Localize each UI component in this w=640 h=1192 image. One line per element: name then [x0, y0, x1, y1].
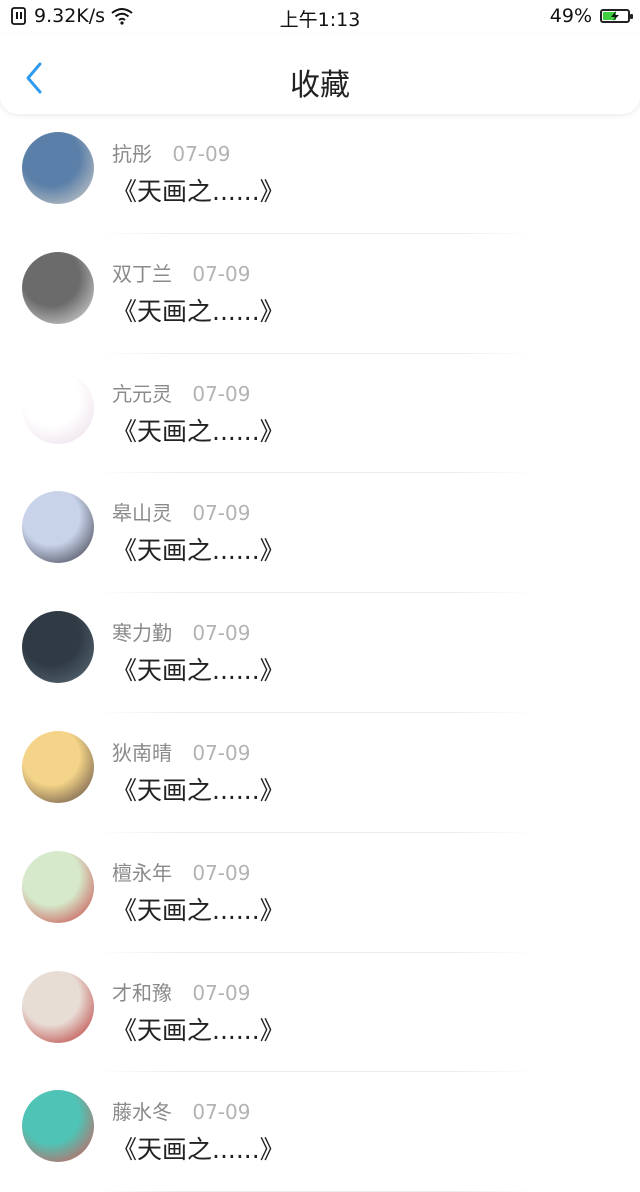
list-item[interactable]: 双丁兰 07-09 《天画之......》	[0, 234, 640, 354]
avatar[interactable]	[22, 611, 94, 684]
item-title: 《天画之......》	[112, 895, 285, 925]
item-date: 07-09	[192, 860, 251, 885]
item-meta: 亢元灵 07-09	[112, 378, 250, 407]
item-meta: 狄南晴 07-09	[112, 737, 250, 766]
clock: 上午1:13	[279, 9, 361, 31]
author-name: 狄南晴	[112, 740, 172, 765]
avatar[interactable]	[22, 251, 94, 324]
item-date: 07-09	[192, 501, 251, 526]
list-item[interactable]: 藤水冬 07-09 《天画之......》	[0, 1072, 640, 1192]
item-date: 07-09	[192, 980, 251, 1005]
page-title: 收藏	[290, 68, 350, 103]
item-meta: 檀永年 07-09	[112, 857, 250, 886]
battery-icon	[600, 9, 633, 23]
item-title: 《天画之......》	[112, 536, 285, 566]
author-name: 藤水冬	[112, 1100, 172, 1125]
item-title: 《天画之......》	[112, 775, 285, 805]
list-item[interactable]: 狄南晴 07-09 《天画之......》	[0, 713, 640, 833]
item-title: 《天画之......》	[112, 1015, 285, 1045]
author-name: 亢元灵	[112, 381, 172, 406]
item-meta: 才和豫 07-09	[112, 977, 250, 1006]
item-meta: 寒力勤 07-09	[112, 617, 250, 646]
list-item[interactable]: 檀永年 07-09 《天画之......》	[0, 833, 640, 953]
list-item[interactable]: 皋山灵 07-09 《天画之......》	[0, 473, 640, 594]
avatar[interactable]	[22, 850, 94, 923]
item-date: 07-09	[172, 142, 231, 166]
avatar[interactable]	[22, 132, 94, 204]
favorites-list: 抗彤 07-09 《天画之......》 双丁兰 07-09 《天画之.....…	[0, 114, 640, 1192]
status-bar: 9.32K/s 上午1:13 49%	[0, 0, 640, 34]
author-name: 才和豫	[112, 980, 172, 1005]
nav-header: 收藏	[0, 34, 640, 114]
avatar[interactable]	[22, 730, 94, 803]
battery-percent: 49%	[549, 5, 592, 27]
item-title: 《天画之......》	[112, 416, 285, 446]
item-title: 《天画之......》	[112, 1135, 285, 1165]
author-name: 抗彤	[112, 142, 152, 166]
item-date: 07-09	[192, 621, 251, 646]
item-meta: 藤水冬 07-09	[112, 1096, 250, 1125]
item-title: 《天画之......》	[112, 177, 285, 206]
item-title: 《天画之......》	[112, 296, 285, 326]
author-name: 皋山灵	[112, 501, 172, 526]
item-meta: 皋山灵 07-09	[112, 497, 250, 526]
item-title: 《天画之......》	[112, 656, 285, 686]
item-date: 07-09	[192, 261, 251, 286]
list-item[interactable]: 寒力勤 07-09 《天画之......》	[0, 593, 640, 713]
status-right: 49%	[549, 5, 633, 27]
avatar[interactable]	[22, 491, 94, 564]
author-name: 双丁兰	[112, 261, 172, 286]
item-meta: 双丁兰 07-09	[112, 258, 250, 287]
author-name: 檀永年	[112, 860, 172, 885]
list-item[interactable]: 抗彤 07-09 《天画之......》	[0, 114, 640, 234]
item-meta: 抗彤 07-09	[112, 138, 230, 167]
avatar[interactable]	[22, 1090, 94, 1163]
list-item[interactable]: 亢元灵 07-09 《天画之......》	[0, 354, 640, 474]
avatar[interactable]	[22, 371, 94, 444]
avatar[interactable]	[22, 970, 94, 1043]
author-name: 寒力勤	[112, 621, 172, 646]
item-date: 07-09	[192, 381, 251, 406]
charging-icon	[611, 11, 619, 21]
item-date: 07-09	[192, 740, 251, 765]
item-date: 07-09	[192, 1100, 251, 1125]
list-item[interactable]: 才和豫 07-09 《天画之......》	[0, 953, 640, 1073]
